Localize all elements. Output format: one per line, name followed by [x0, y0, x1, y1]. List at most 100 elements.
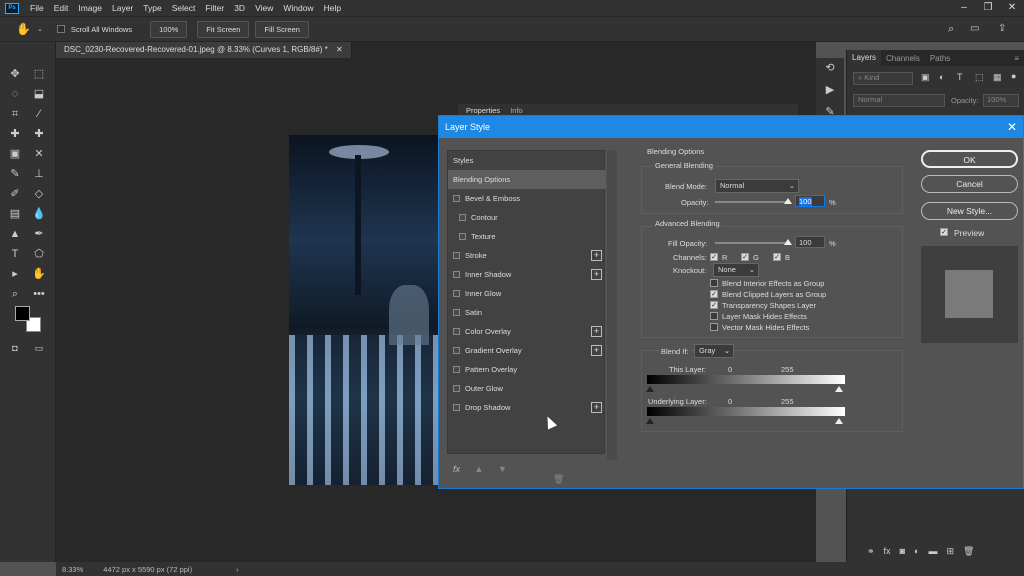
cancel-button[interactable]: Cancel [921, 175, 1018, 193]
healing-brush-icon[interactable]: ✚ [6, 126, 24, 142]
advanced-option-checkbox[interactable] [710, 323, 718, 331]
style-item-checkbox[interactable] [453, 385, 460, 392]
style-item[interactable]: Contour [448, 208, 606, 227]
tab-paths[interactable]: Paths [925, 54, 955, 63]
add-effect-icon[interactable]: + [591, 326, 602, 337]
fill-opacity-slider-thumb[interactable] [784, 239, 792, 245]
tab-info[interactable]: Info [510, 106, 523, 115]
pen-tool-icon[interactable]: ✒ [30, 226, 48, 242]
link-layers-icon[interactable]: ⚭ [867, 546, 875, 560]
menu-layer[interactable]: Layer [107, 3, 138, 13]
type-tool-icon[interactable]: T [6, 246, 24, 262]
menu-window[interactable]: Window [278, 3, 318, 13]
menu-3d[interactable]: 3D [229, 3, 250, 13]
menu-help[interactable]: Help [319, 3, 346, 13]
this-layer-gradient[interactable] [647, 375, 845, 384]
layer-blend-mode-select[interactable]: Normal [853, 94, 945, 107]
this-layer-black-thumb[interactable] [646, 386, 654, 392]
menu-filter[interactable]: Filter [200, 3, 229, 13]
style-item-checkbox[interactable] [453, 366, 460, 373]
tab-properties[interactable]: Properties [466, 106, 500, 115]
style-item-checkbox[interactable] [453, 290, 460, 297]
style-item[interactable]: Inner Shadow + [448, 265, 606, 284]
gradient-tool-icon[interactable]: ▤ [6, 206, 24, 222]
styles-header[interactable]: Styles [448, 151, 606, 170]
style-item[interactable]: Color Overlay + [448, 322, 606, 341]
delete-effect-icon[interactable]: 🗑 [553, 474, 564, 484]
hand-tool-icon[interactable]: ✋ [30, 266, 48, 282]
crossover-tool-icon[interactable]: ✕ [30, 146, 48, 162]
filter-type-icon[interactable]: T [957, 72, 963, 82]
menu-view[interactable]: View [250, 3, 278, 13]
foreground-color-swatch[interactable] [15, 306, 30, 321]
share-icon[interactable]: ⇪ [998, 23, 1006, 34]
scroll-all-windows-checkbox[interactable] [56, 25, 65, 33]
menu-select[interactable]: Select [167, 3, 201, 13]
style-item[interactable]: Drop Shadow + [448, 398, 606, 417]
menu-file[interactable]: File [25, 3, 49, 13]
photoshop-logo-icon[interactable]: Ps [5, 2, 19, 14]
fx-menu-icon[interactable]: fx [453, 464, 460, 474]
move-down-icon[interactable]: ▼ [498, 464, 507, 474]
add-mask-icon[interactable]: ◙ [900, 546, 905, 560]
style-item[interactable]: Inner Glow [448, 284, 606, 303]
path-select-tool-icon[interactable]: ⬠ [30, 246, 48, 262]
knockout-select[interactable]: None ⌄ [713, 263, 759, 277]
crop-tool-icon[interactable]: ⌗ [6, 106, 24, 122]
menu-edit[interactable]: Edit [49, 3, 74, 13]
panel-menu-icon[interactable]: ≡ [1009, 54, 1024, 63]
channel-g-checkbox[interactable]: ✓ [741, 253, 749, 261]
underlying-layer-gradient[interactable] [647, 407, 845, 416]
filter-adjustment-icon[interactable]: ◐ [939, 72, 944, 82]
styles-scrollbar[interactable] [607, 150, 617, 460]
lasso-tool-icon[interactable]: ◌ [6, 86, 24, 102]
restore-icon[interactable]: ❐ [976, 0, 1000, 16]
new-group-icon[interactable]: ▬ [928, 546, 937, 560]
opacity-slider-track[interactable] [715, 201, 787, 203]
layer-opacity-input[interactable]: 100% [983, 94, 1019, 107]
object-select-tool-icon[interactable]: ⬓ [30, 86, 48, 102]
workspace-icon[interactable]: ▭ [970, 23, 979, 34]
close-tab-icon[interactable]: ✕ [336, 45, 343, 54]
hand-tool-icon[interactable]: ✋ [16, 22, 31, 36]
quick-mask-icon[interactable]: ◘ [6, 340, 24, 356]
brush-tool-icon[interactable]: ✎ [6, 166, 24, 182]
close-icon[interactable]: ✕ [1007, 116, 1017, 138]
patch-tool-icon[interactable]: ✚ [30, 126, 48, 142]
fill-opacity-slider-track[interactable] [715, 242, 787, 244]
filter-pixel-icon[interactable]: ▣ [921, 72, 930, 83]
add-effect-icon[interactable]: + [591, 345, 602, 356]
filter-shape-icon[interactable]: ⬚ [975, 72, 984, 83]
channel-r-checkbox[interactable]: ✓ [710, 253, 718, 261]
new-layer-icon[interactable]: ⊞ [946, 546, 954, 560]
underlying-white-thumb[interactable] [835, 418, 843, 424]
status-expand-icon[interactable]: › [236, 565, 239, 574]
close-window-icon[interactable]: ✕ [1000, 0, 1024, 16]
eraser-tool-icon[interactable]: ◇ [30, 186, 48, 202]
document-image[interactable] [289, 135, 439, 485]
menu-type[interactable]: Type [138, 3, 166, 13]
adjustment-layer-icon[interactable]: ◐ [914, 546, 919, 560]
style-item-checkbox[interactable] [453, 328, 460, 335]
fx-icon[interactable]: fx [884, 546, 891, 560]
ok-button[interactable]: OK [921, 150, 1018, 168]
fill-screen-button[interactable]: Fill Screen [255, 20, 309, 38]
minimize-icon[interactable]: – [952, 0, 976, 16]
search-icon[interactable]: ⌕ [948, 23, 954, 36]
filter-toggle-icon[interactable]: ● [1011, 71, 1016, 81]
style-item-checkbox[interactable] [459, 233, 466, 240]
history-panel-icon[interactable]: ⟲ [821, 60, 839, 76]
advanced-option-checkbox[interactable] [710, 279, 718, 287]
stamp-tool-icon[interactable]: ⊥ [30, 166, 48, 182]
dodge-tool-icon[interactable]: ▲ [6, 226, 24, 242]
channel-b-checkbox[interactable]: ✓ [773, 253, 781, 261]
new-style-button[interactable]: New Style... [921, 202, 1018, 220]
style-item[interactable]: Texture [448, 227, 606, 246]
opacity-input[interactable]: 100 [795, 195, 825, 207]
filter-smart-object-icon[interactable]: ▦ [993, 72, 1002, 83]
actions-play-icon[interactable]: ▶ [821, 82, 839, 98]
style-item-checkbox[interactable] [453, 347, 460, 354]
style-item[interactable]: Pattern Overlay [448, 360, 606, 379]
add-effect-icon[interactable]: + [591, 269, 602, 280]
tab-layers[interactable]: Layers [847, 50, 882, 66]
